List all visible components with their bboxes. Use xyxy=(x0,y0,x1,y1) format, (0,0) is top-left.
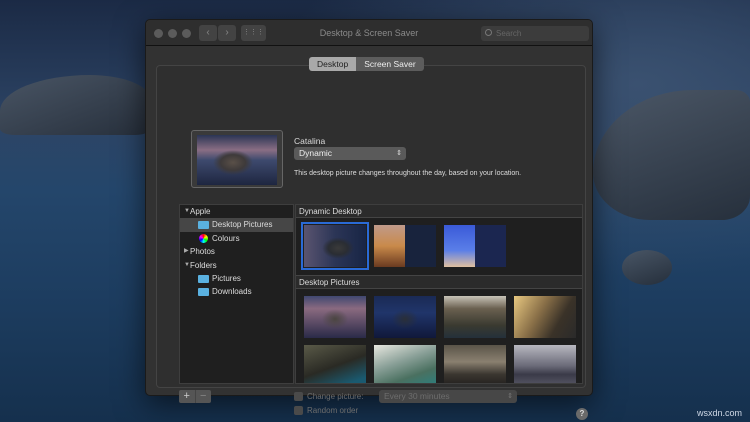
section-dynamic-desktop: Dynamic Desktop xyxy=(296,205,582,218)
disclosure-open-icon: ▼ xyxy=(184,261,190,268)
interval-value: Every 30 minutes xyxy=(384,391,450,401)
watermark: wsxdn.com xyxy=(696,408,742,418)
thumb-catalina-evening[interactable] xyxy=(444,345,506,383)
source-downloads[interactable]: Downloads xyxy=(180,285,293,298)
source-group-folders[interactable]: ▼ Folders xyxy=(180,259,293,272)
desktop-panel: Catalina Dynamic ⇕ This desktop picture c… xyxy=(156,65,588,420)
title-bar: ‹ › ⋮⋮⋮ Desktop & Screen Saver Search xyxy=(146,20,592,46)
disclosure-open-icon: ▼ xyxy=(184,208,190,214)
remove-folder-button[interactable]: − xyxy=(194,390,212,403)
dynamic-mode-value: Dynamic xyxy=(299,148,333,158)
thumb-catalina-cliffs[interactable] xyxy=(514,296,576,338)
thumb-catalina-dynamic[interactable] xyxy=(301,222,369,270)
chevron-updown-icon: ⇕ xyxy=(507,393,513,400)
thumb-catalina-clouds[interactable] xyxy=(514,345,576,383)
interval-select[interactable]: Every 30 minutes ⇕ xyxy=(379,390,517,403)
thumb-catalina-night[interactable] xyxy=(374,296,436,338)
dynamic-mode-select[interactable]: Dynamic ⇕ xyxy=(294,147,406,160)
folder-icon xyxy=(198,274,209,283)
folder-icon xyxy=(198,221,209,230)
search-placeholder: Search xyxy=(496,29,522,38)
colour-wheel-icon xyxy=(199,233,208,243)
thumb-catalina-coast[interactable] xyxy=(444,296,506,338)
add-remove-buttons: + − xyxy=(179,390,211,403)
thumb-gradient-dynamic[interactable] xyxy=(444,225,506,267)
background-rock xyxy=(622,250,672,285)
current-wallpaper-preview xyxy=(191,130,283,188)
search-icon xyxy=(485,29,492,36)
tab-screen-saver[interactable]: Screen Saver xyxy=(356,57,424,71)
wallpaper-description: This desktop picture changes throughout … xyxy=(294,170,522,177)
section-desktop-pictures: Desktop Pictures xyxy=(296,275,582,289)
tab-bar: Desktop Screen Saver xyxy=(309,57,424,71)
source-list: ▼ Apple Desktop Pictures Colours ▶ Photos … xyxy=(179,204,294,384)
random-order-checkbox[interactable]: Random order xyxy=(294,406,358,415)
wallpaper-name: Catalina xyxy=(294,136,326,146)
source-group-apple[interactable]: ▼ Apple xyxy=(180,205,293,218)
tab-desktop[interactable]: Desktop xyxy=(309,57,357,71)
background-island-right xyxy=(593,90,750,220)
background-island-left xyxy=(0,75,150,135)
disclosure-closed-icon: ▶ xyxy=(184,248,189,255)
preferences-window: ‹ › ⋮⋮⋮ Desktop & Screen Saver Search De… xyxy=(145,19,593,420)
chevron-updown-icon: ⇕ xyxy=(396,150,402,157)
source-group-photos[interactable]: ▶ Photos xyxy=(180,245,293,258)
add-folder-button[interactable]: + xyxy=(179,390,195,403)
search-input[interactable]: Search xyxy=(481,26,589,41)
thumb-catalina-shore[interactable] xyxy=(374,345,436,383)
folder-icon xyxy=(198,288,209,297)
source-colours[interactable]: Colours xyxy=(180,232,293,245)
thumb-catalina-rocks[interactable] xyxy=(304,345,366,383)
source-pictures[interactable]: Pictures xyxy=(180,272,293,285)
thumb-mojave-dynamic[interactable] xyxy=(374,225,436,267)
source-desktop-pictures[interactable]: Desktop Pictures xyxy=(180,218,293,232)
help-button[interactable]: ? xyxy=(576,408,588,420)
change-picture-checkbox[interactable]: Change picture: xyxy=(294,392,363,401)
thumb-catalina-day[interactable] xyxy=(304,296,366,338)
wallpaper-grid[interactable]: Dynamic Desktop Desktop Pictures xyxy=(295,204,583,384)
